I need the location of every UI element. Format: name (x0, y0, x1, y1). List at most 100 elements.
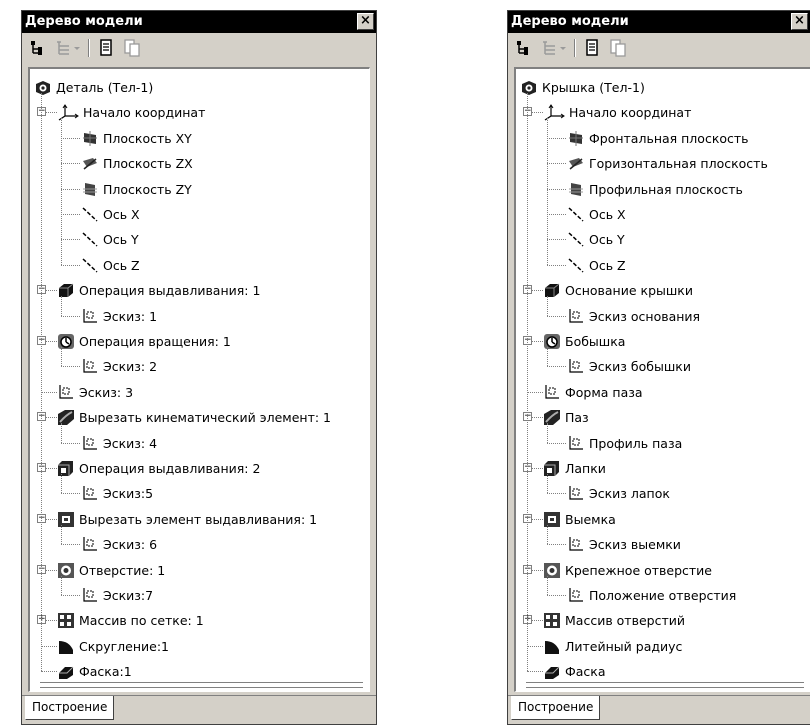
tree-item-label: Операция выдавливания: 1 (79, 283, 261, 299)
dropdown-arrow-icon[interactable] (558, 38, 568, 58)
sketch-icon (81, 587, 99, 604)
tree-item[interactable]: Эскиз:5 (30, 481, 369, 506)
tree-item[interactable]: Фаска (516, 659, 810, 684)
properties-icon[interactable] (582, 38, 602, 58)
sketch-icon (567, 435, 585, 452)
tree-item[interactable]: Литейный радиус (516, 634, 810, 659)
origin-icon (543, 104, 565, 121)
horizontal-scrollbar[interactable] (526, 682, 804, 688)
tree-item[interactable]: − Основание крышки (516, 278, 810, 303)
tree-item-label: Плоскость ZY (103, 181, 192, 197)
tree-item[interactable]: − Вырезать элемент выдавливания: 1 (30, 507, 369, 532)
tab-construction[interactable]: Построение (511, 696, 601, 720)
tree-item[interactable]: − Операция вращения: 1 (30, 329, 369, 354)
tree-item[interactable]: Ось Y (30, 227, 369, 252)
tree-item[interactable]: Плоскость ZX (30, 151, 369, 176)
tree-item[interactable]: Плоскость ZY (30, 177, 369, 202)
tree-item[interactable]: Форма паза (516, 380, 810, 405)
tree-item[interactable]: Эскиз: 2 (30, 354, 369, 379)
tree-item[interactable]: Эскиз основания (516, 304, 810, 329)
panel-title-bar[interactable]: Дерево модели × (22, 11, 376, 33)
extrude2-icon (57, 460, 75, 477)
tree-item[interactable]: − Лапки (516, 456, 810, 481)
tab-construction[interactable]: Построение (25, 696, 115, 720)
sweep-cut-icon (543, 409, 561, 426)
tree-structure-icon[interactable] (514, 38, 534, 58)
tree-item[interactable]: − Паз (516, 405, 810, 430)
tree-item[interactable]: Крышка (Тел-1) (516, 75, 810, 100)
hole-icon (57, 562, 75, 579)
revolve-icon (543, 333, 561, 350)
tree-list-icon[interactable] (540, 38, 560, 58)
tree-item-label: Фронтальная плоскость (589, 130, 749, 146)
tree-item[interactable]: Скругление:1 (30, 634, 369, 659)
copy-properties-icon[interactable] (608, 38, 628, 58)
tree-item[interactable]: Ось Z (516, 253, 810, 278)
horizontal-scrollbar[interactable] (40, 682, 363, 688)
tree-item[interactable]: − Отверстие: 1 (30, 558, 369, 583)
model-tree[interactable]: Крышка (Тел-1) − Начало координат Фронтальн… (514, 67, 810, 692)
tree-item-label: Паз (565, 410, 589, 426)
tree-item[interactable]: − Операция выдавливания: 2 (30, 456, 369, 481)
close-button[interactable]: × (357, 13, 374, 30)
close-button[interactable]: × (791, 13, 808, 30)
tree-item[interactable]: − Операция выдавливания: 1 (30, 278, 369, 303)
tree-item[interactable]: − Начало координат (30, 100, 369, 125)
tree-item[interactable]: Горизонтальная плоскость (516, 151, 810, 176)
sketch-icon (567, 358, 585, 375)
tree-item[interactable]: Профиль паза (516, 431, 810, 456)
cut-extrude-icon (543, 511, 561, 528)
tree-item[interactable]: Эскиз бобышки (516, 354, 810, 379)
tree-item[interactable]: − Начало координат (516, 100, 810, 125)
tree-toolbar (512, 35, 806, 61)
tree-toolbar (26, 35, 372, 61)
tree-item[interactable]: Профильная плоскость (516, 177, 810, 202)
tree-item-label: Эскиз лапок (589, 486, 670, 502)
tree-item[interactable]: − Бобышка (516, 329, 810, 354)
tree-item-label: Начало координат (83, 105, 206, 121)
tree-item[interactable]: Эскиз: 1 (30, 304, 369, 329)
tree-structure-icon[interactable] (28, 38, 48, 58)
tree-item[interactable]: + Массив отверстий (516, 608, 810, 633)
hole-icon (543, 562, 561, 579)
tree-item[interactable]: Эскиз: 6 (30, 532, 369, 557)
axis-icon (567, 206, 585, 223)
copy-properties-icon[interactable] (122, 38, 142, 58)
dropdown-arrow-icon[interactable] (72, 38, 82, 58)
tree-item[interactable]: Эскиз: 3 (30, 380, 369, 405)
tree-item-label: Операция выдавливания: 2 (79, 461, 261, 476)
tree-item[interactable]: Эскиз лапок (516, 481, 810, 506)
tree-item[interactable]: Деталь (Тел-1) (30, 75, 369, 100)
tree-item[interactable]: − Крепежное отверстие (516, 558, 810, 583)
tree-item[interactable]: − Вырезать кинематический элемент: 1 (30, 405, 369, 430)
tree-item[interactable]: + Массив по сетке: 1 (30, 608, 369, 633)
tree-item-label: Массив по сетке: 1 (79, 613, 204, 629)
tree-item[interactable]: Плоскость XY (30, 126, 369, 151)
tree-item[interactable]: Эскиз: 4 (30, 431, 369, 456)
panel-title-bar[interactable]: Дерево модели × (508, 11, 810, 33)
sketch-icon (543, 384, 561, 401)
tree-item[interactable]: Фронтальная плоскость (516, 126, 810, 151)
tree-item-label: Вырезать кинематический элемент: 1 (79, 410, 332, 426)
tree-item[interactable]: Эскиз выемки (516, 532, 810, 557)
tree-item-label: Эскиз: 1 (103, 308, 158, 324)
tree-item[interactable]: Ось Y (516, 227, 810, 252)
tree-item[interactable]: Положение отверстия (516, 583, 810, 608)
tree-item[interactable]: Ось X (30, 202, 369, 227)
tree-item-label: Вырезать элемент выдавливания: 1 (79, 511, 318, 527)
tree-item[interactable]: − Выемка (516, 507, 810, 532)
tree-item-label: Выемка (565, 511, 616, 527)
tree-item[interactable]: Фаска:1 (30, 659, 369, 684)
tree-item[interactable]: Ось Z (30, 253, 369, 278)
tree-item[interactable]: Эскиз:7 (30, 583, 369, 608)
axis-icon (81, 231, 99, 248)
tree-item[interactable]: Ось X (516, 202, 810, 227)
sketch-icon (567, 485, 585, 502)
axis-icon (567, 231, 585, 248)
tree-item-label: Эскиз: 6 (103, 537, 158, 553)
properties-icon[interactable] (96, 38, 116, 58)
tree-list-icon[interactable] (54, 38, 74, 58)
model-tree[interactable]: Деталь (Тел-1) − Начало координат Плоскость… (28, 67, 370, 692)
chamfer-icon (543, 663, 561, 680)
tree-item-label: Ось Z (103, 257, 140, 273)
